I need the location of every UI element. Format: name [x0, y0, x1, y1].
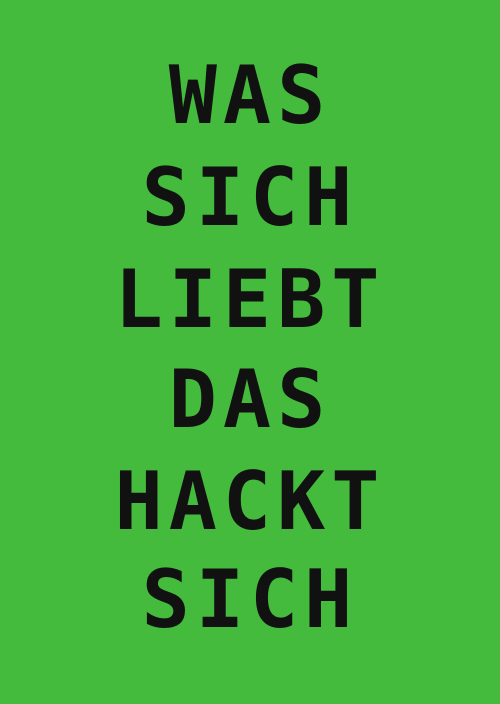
poster-line-3: LIEBT — [114, 253, 386, 346]
poster: WAS SICH LIEBT DAS HACKT SICH — [0, 0, 500, 704]
poster-line-5: HACKT — [114, 455, 386, 548]
poster-line-4: DAS — [168, 353, 332, 446]
poster-line-6: SICH — [141, 553, 359, 646]
poster-line-2: SICH — [141, 151, 359, 244]
poster-line-1: WAS — [168, 49, 332, 142]
